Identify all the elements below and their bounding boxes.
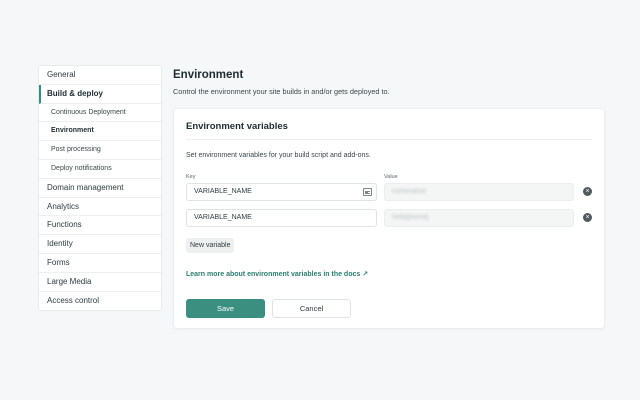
sidebar-item-identity[interactable]: Identity [39, 235, 161, 254]
close-circle-icon: × [585, 188, 590, 195]
close-circle-icon: × [585, 214, 590, 221]
new-variable-button[interactable]: New variable [186, 238, 235, 253]
remove-variable-1-button[interactable]: × [583, 187, 592, 196]
value-input-1-value: somevalue [392, 188, 426, 195]
sidebar-item-large-media[interactable]: Large Media [39, 273, 161, 292]
cancel-button[interactable]: Cancel [272, 299, 351, 318]
settings-sidebar: General Build & deploy Continuous Deploy… [38, 65, 162, 312]
value-input-2[interactable]: hello[friend] [384, 209, 574, 227]
sidebar-item-general[interactable]: General [39, 66, 161, 85]
sidebar-item-post-processing[interactable]: Post processing [39, 141, 161, 160]
key-column-label: Key [186, 174, 196, 180]
docs-link[interactable]: Learn more about environment variables i… [186, 270, 368, 278]
value-input-1[interactable]: somevalue [384, 183, 574, 201]
sidebar-item-analytics[interactable]: Analytics [39, 198, 161, 217]
key-input-2-value: VARIABLE_NAME [194, 214, 252, 221]
card-title: Environment variables [186, 121, 288, 132]
value-input-2-value: hello[friend] [392, 214, 429, 221]
key-input-1-value: VARIABLE_NAME [194, 188, 252, 195]
remove-variable-2-button[interactable]: × [583, 213, 592, 222]
sidebar-item-build-deploy[interactable]: Build & deploy [39, 84, 161, 104]
sidebar-item-forms[interactable]: Forms [39, 254, 161, 273]
page-subtitle: Control the environment your site builds… [173, 87, 390, 96]
sidebar-item-environment[interactable]: Environment [39, 122, 161, 142]
key-input-2[interactable]: VARIABLE_NAME [186, 209, 377, 227]
save-button[interactable]: Save [186, 299, 265, 318]
sidebar-item-functions[interactable]: Functions [39, 216, 161, 236]
sidebar-item-domain-management[interactable]: Domain management [39, 179, 161, 198]
value-column-label: Value [384, 174, 398, 180]
divider [186, 139, 592, 140]
environment-variables-card: Environment variables Set environment va… [173, 108, 605, 329]
page-title: Environment [173, 69, 244, 81]
sidebar-item-continuous-deployment[interactable]: Continuous Deployment [39, 104, 161, 123]
card-description: Set environment variables for your build… [186, 152, 371, 159]
key-input-1[interactable]: VARIABLE_NAME [186, 183, 377, 201]
sidebar-item-deploy-notifications[interactable]: Deploy notifications [39, 160, 161, 179]
contact-card-icon[interactable] [363, 188, 372, 196]
sidebar-item-access-control[interactable]: Access control [39, 292, 161, 311]
